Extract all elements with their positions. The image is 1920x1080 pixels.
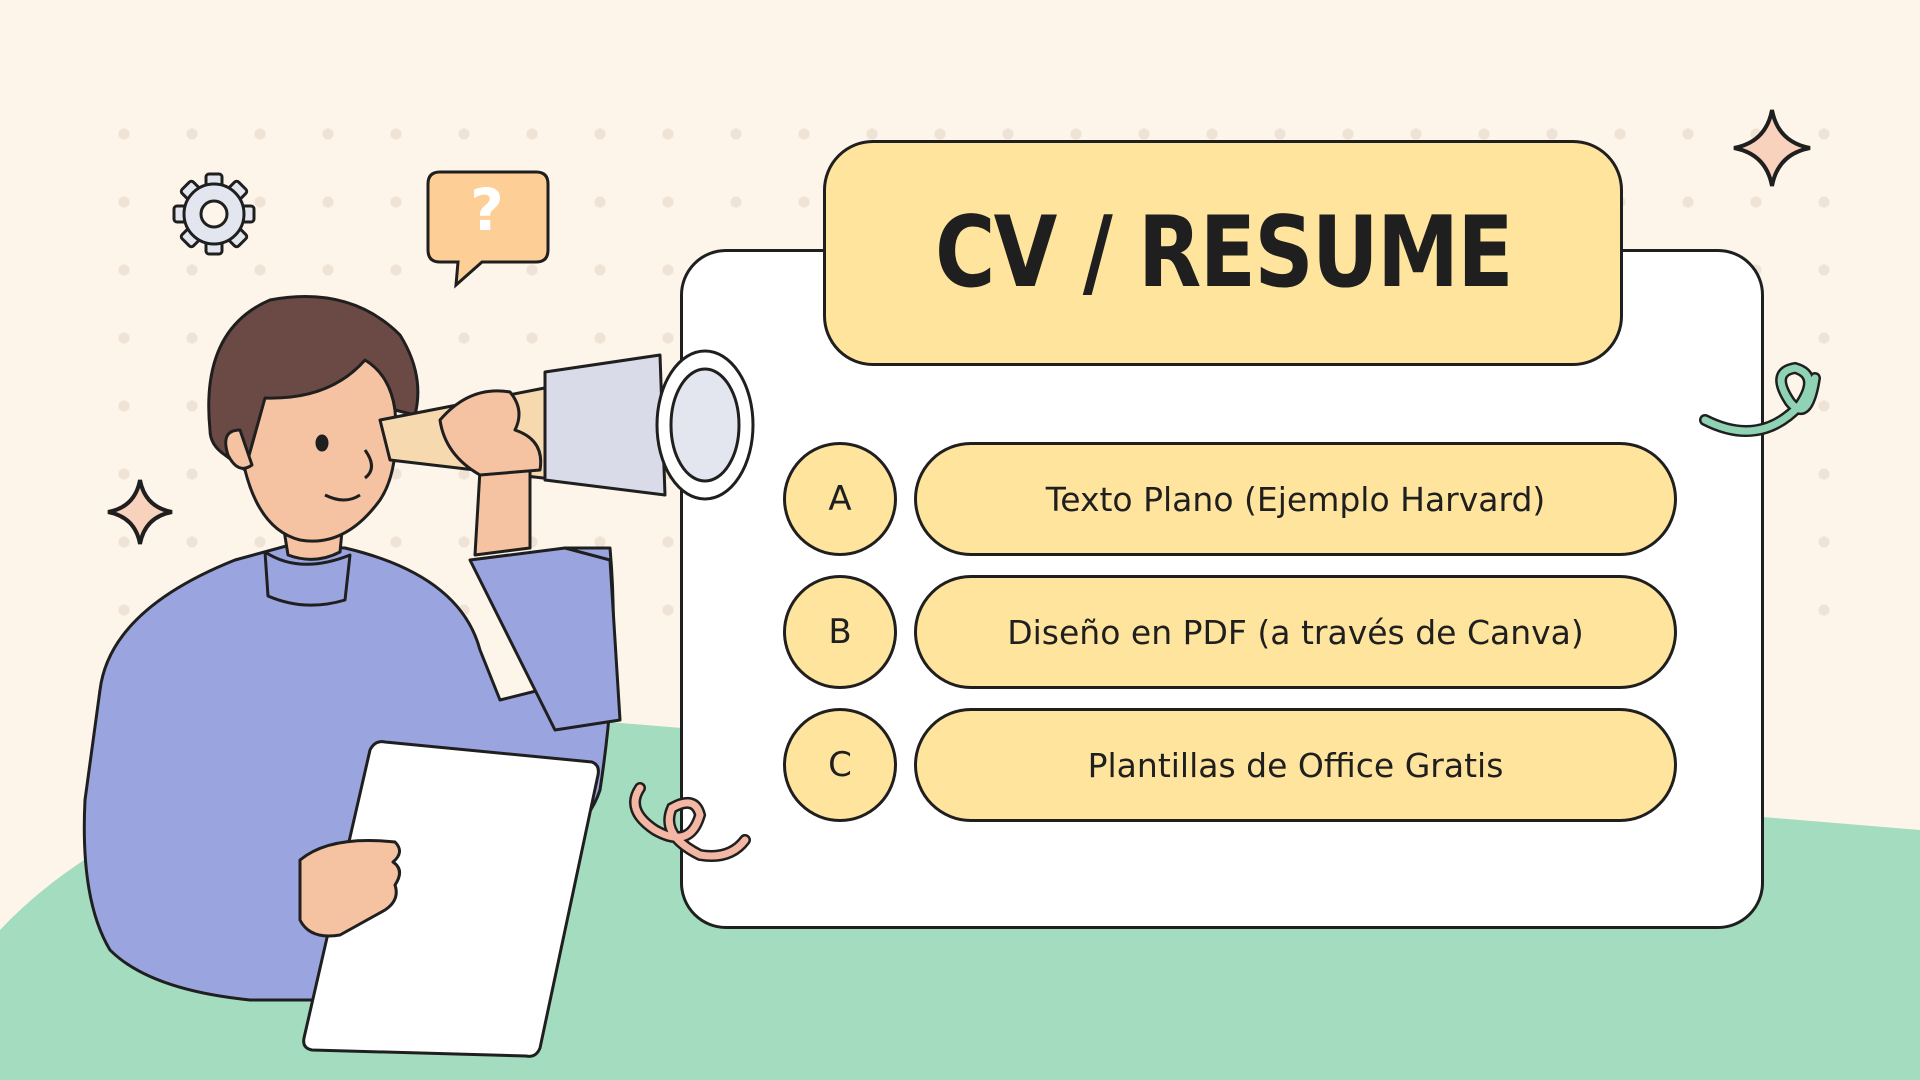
person-illustration bbox=[82, 295, 755, 1058]
sparkle-icon bbox=[1733, 109, 1811, 187]
squiggle-icon bbox=[629, 782, 751, 862]
sparkle-icon bbox=[107, 479, 173, 545]
squiggle-icon bbox=[1699, 361, 1821, 437]
illustration-layer bbox=[82, 109, 1821, 1058]
gear-icon bbox=[172, 172, 256, 256]
question-mark-glyph: ? bbox=[470, 176, 504, 244]
